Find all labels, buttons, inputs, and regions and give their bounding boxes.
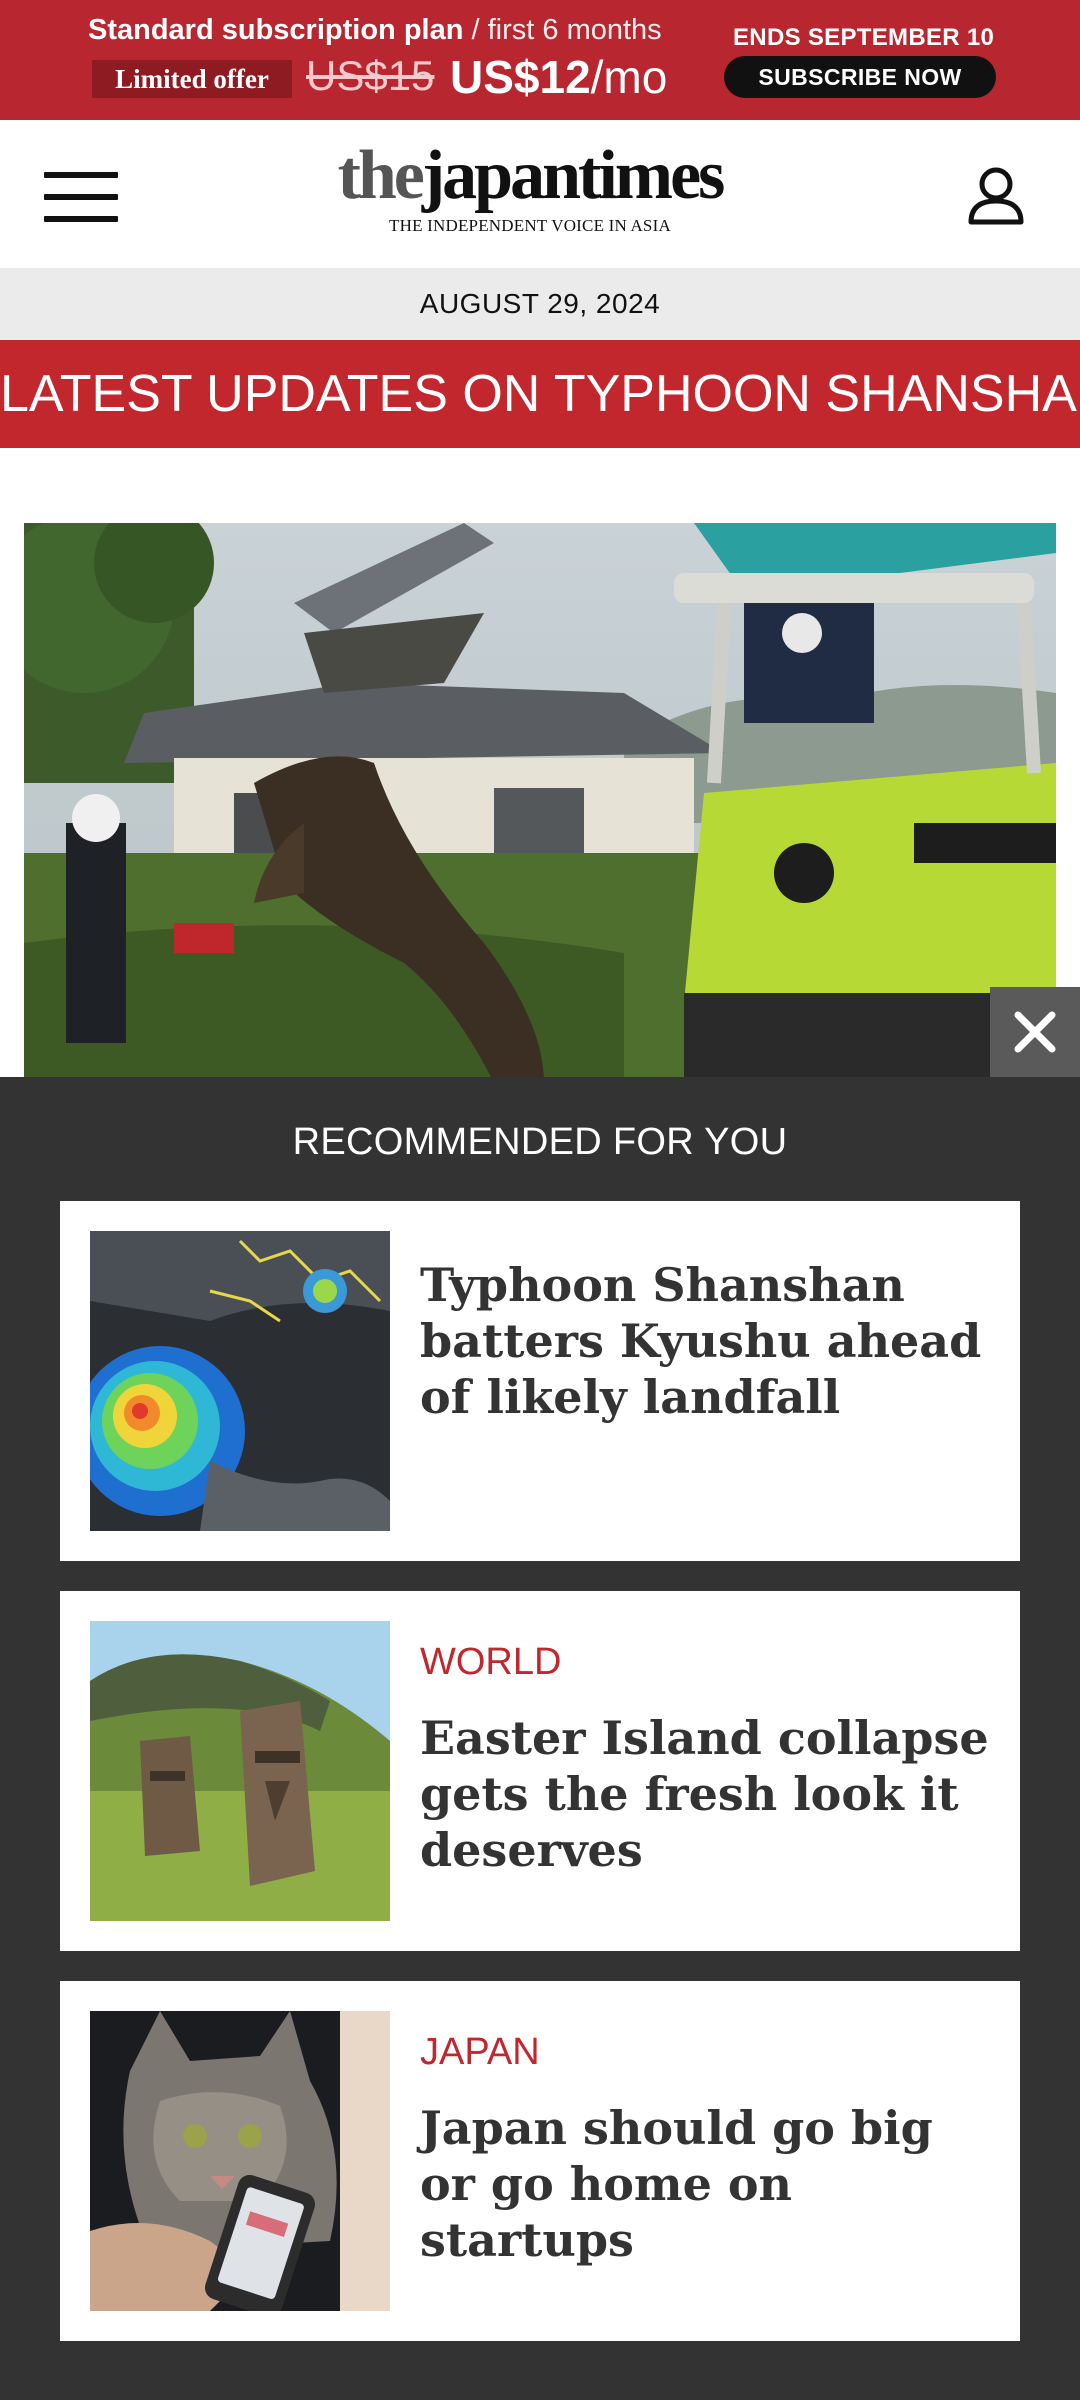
logo-japan: japan xyxy=(421,137,581,214)
article-thumbnail xyxy=(90,1231,390,1531)
article-headline[interactable]: Typhoon Shanshan batters Kyushu ahead of… xyxy=(420,1257,990,1425)
subscription-promo-banner[interactable]: Standard subscription plan / first 6 mon… xyxy=(0,0,1080,120)
logo-wordmark: thejapantimes xyxy=(300,140,760,212)
price-period: /mo xyxy=(590,51,668,103)
recommended-article-card[interactable]: Typhoon Shanshan batters Kyushu ahead of… xyxy=(60,1201,1020,1561)
old-price: US$15 xyxy=(306,52,435,99)
logo-tagline: THE INDEPENDENT VOICE IN ASIA xyxy=(389,216,671,235)
hero-article-image[interactable] xyxy=(24,523,1056,1083)
recommended-article-card[interactable]: JAPAN Japan should go big or go home on … xyxy=(60,1981,1020,2341)
subscribe-now-button[interactable]: SUBSCRIBE NOW xyxy=(724,56,996,98)
recommended-title: RECOMMENDED FOR YOU xyxy=(292,1121,788,1163)
logo-the: the xyxy=(337,137,425,214)
article-text: WORLD Easter Island collapse gets the fr… xyxy=(420,1641,990,1878)
article-section-label[interactable]: WORLD xyxy=(420,1641,990,1684)
current-date: AUGUST 29, 2024 xyxy=(0,268,1080,340)
hamburger-menu-icon[interactable] xyxy=(44,172,118,222)
breaking-news-link[interactable]: LATEST UPDATES ON TYPHOON SHANSHAN xyxy=(0,340,1080,448)
close-icon[interactable] xyxy=(990,987,1080,1077)
promo-plan-text: Standard subscription plan xyxy=(88,14,464,46)
site-logo[interactable]: thejapantimes THE INDEPENDENT VOICE IN A… xyxy=(300,140,760,240)
new-price-amount: US$12 xyxy=(450,51,591,103)
logo-times: times xyxy=(578,137,725,214)
recommended-panel: RECOMMENDED FOR YOU Typhoon Shanshan bat… xyxy=(0,1077,1080,2400)
site-header: thejapantimes THE INDEPENDENT VOICE IN A… xyxy=(0,120,1080,268)
promo-plan-line: Standard subscription plan / first 6 mon… xyxy=(88,14,662,47)
recommended-article-card[interactable]: WORLD Easter Island collapse gets the fr… xyxy=(60,1591,1020,1951)
article-headline[interactable]: Easter Island collapse gets the fresh lo… xyxy=(420,1710,990,1878)
offer-end-date: ENDS SEPTEMBER 10 xyxy=(733,24,995,51)
new-price: US$12/mo xyxy=(450,50,667,104)
article-text: JAPAN Japan should go big or go home on … xyxy=(420,2031,990,2268)
article-section-label[interactable]: JAPAN xyxy=(420,2031,990,2074)
article-headline[interactable]: Japan should go big or go home on startu… xyxy=(420,2100,990,2268)
article-thumbnail xyxy=(90,2011,390,2311)
article-thumbnail xyxy=(90,1621,390,1921)
user-account-icon[interactable] xyxy=(966,164,1026,228)
promo-duration-text: / first 6 months xyxy=(463,14,662,46)
article-text: Typhoon Shanshan batters Kyushu ahead of… xyxy=(420,1257,990,1425)
limited-offer-badge: Limited offer xyxy=(92,60,292,98)
